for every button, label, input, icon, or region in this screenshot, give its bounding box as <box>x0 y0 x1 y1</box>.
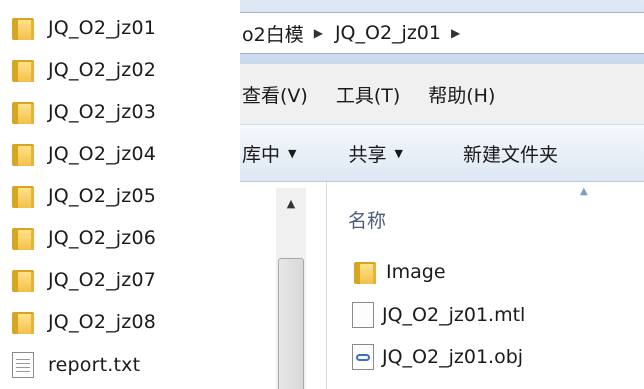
scroll-thumb[interactable] <box>278 258 304 389</box>
list-item[interactable]: JQ_O2_jz07 <box>10 261 220 299</box>
folder-icon <box>10 225 36 251</box>
new-folder-label: 新建文件夹 <box>462 143 558 166</box>
breadcrumb[interactable]: o2白模 ▶ JQ_O2_jz01 ▶ <box>240 12 644 54</box>
folder-icon <box>10 99 36 125</box>
menu-tools[interactable]: 工具(T) <box>336 81 400 108</box>
chevron-down-icon: ▼ <box>394 146 403 160</box>
menu-view[interactable]: 查看(V) <box>242 81 308 108</box>
list-item[interactable]: JQ_O2_jz05 <box>10 177 220 215</box>
breadcrumb-separator-icon[interactable]: ▶ <box>314 26 323 40</box>
share-label: 共享 <box>348 143 387 166</box>
scroll-up-arrow-icon[interactable]: ▲ <box>276 188 306 218</box>
file-row[interactable]: JQ_O2_jz01.obj <box>352 339 523 375</box>
file-icon <box>352 302 374 328</box>
list-item[interactable]: JQ_O2_jz01 <box>10 9 220 47</box>
menu-help[interactable]: 帮助(H) <box>428 81 495 108</box>
list-item[interactable]: JQ_O2_jz08 <box>10 303 220 341</box>
file-name: JQ_O2_jz01.obj <box>382 346 524 368</box>
folder-icon <box>10 15 36 41</box>
list-item-label: JQ_O2_jz02 <box>48 59 157 81</box>
file-row[interactable]: Image <box>352 254 446 290</box>
file-list: ▲ 名称 Image JQ_O2_jz01.mtl JQ_O2_jz01.obj <box>328 182 644 389</box>
command-bar: 库中 ▼ 共享 ▼ 新建文件夹 <box>240 125 644 182</box>
folder-icon <box>10 183 36 209</box>
explorer-window: o2白模 ▶ JQ_O2_jz01 ▶ 查看(V) 工具(T) 帮助(H) 库中… <box>240 0 644 389</box>
list-item-label: report.txt <box>48 354 141 376</box>
list-item-label: JQ_O2_jz01 <box>48 17 157 39</box>
folder-icon <box>10 267 36 293</box>
list-item-label: JQ_O2_jz08 <box>48 311 157 333</box>
obj-file-icon <box>352 344 374 370</box>
list-item-label: JQ_O2_jz05 <box>48 185 157 207</box>
list-item[interactable]: report.txt <box>10 346 220 384</box>
folder-icon <box>10 57 36 83</box>
address-bar: o2白模 ▶ JQ_O2_jz01 ▶ <box>240 0 644 64</box>
list-item-label: JQ_O2_jz06 <box>48 227 157 249</box>
sort-ascending-icon: ▲ <box>580 186 588 197</box>
folder-icon <box>352 259 378 285</box>
navigation-pane: ▲ <box>240 182 327 389</box>
folder-list: JQ_O2_jz01 JQ_O2_jz02 JQ_O2_jz03 JQ_O2_j… <box>0 0 232 389</box>
list-item[interactable]: JQ_O2_jz06 <box>10 219 220 257</box>
menu-bar: 查看(V) 工具(T) 帮助(H) <box>240 64 644 125</box>
chevron-down-icon: ▼ <box>288 146 297 160</box>
file-name: Image <box>386 261 446 283</box>
file-name: JQ_O2_jz01.mtl <box>382 304 526 326</box>
list-item[interactable]: JQ_O2_jz04 <box>10 135 220 173</box>
list-item-label: JQ_O2_jz03 <box>48 101 157 123</box>
column-header-name[interactable]: 名称 <box>348 206 386 233</box>
text-file-icon <box>12 352 34 378</box>
new-folder-button[interactable]: 新建文件夹 <box>463 140 558 167</box>
list-item-label: JQ_O2_jz04 <box>48 143 157 165</box>
share-button[interactable]: 共享 ▼ <box>348 140 402 167</box>
list-item-label: JQ_O2_jz07 <box>48 269 157 291</box>
include-in-library-button[interactable]: 库中 ▼ <box>242 140 296 167</box>
list-item[interactable]: JQ_O2_jz02 <box>10 51 220 89</box>
file-row[interactable]: JQ_O2_jz01.mtl <box>352 297 525 333</box>
include-in-library-label: 库中 <box>242 143 281 166</box>
folder-icon <box>10 309 36 335</box>
list-item[interactable]: JQ_O2_jz03 <box>10 93 220 131</box>
scrollbar[interactable]: ▲ <box>276 188 306 389</box>
folder-icon <box>10 141 36 167</box>
breadcrumb-item[interactable]: o2白模 <box>242 20 304 47</box>
breadcrumb-item[interactable]: JQ_O2_jz01 <box>335 22 441 44</box>
breadcrumb-separator-icon[interactable]: ▶ <box>451 26 460 40</box>
